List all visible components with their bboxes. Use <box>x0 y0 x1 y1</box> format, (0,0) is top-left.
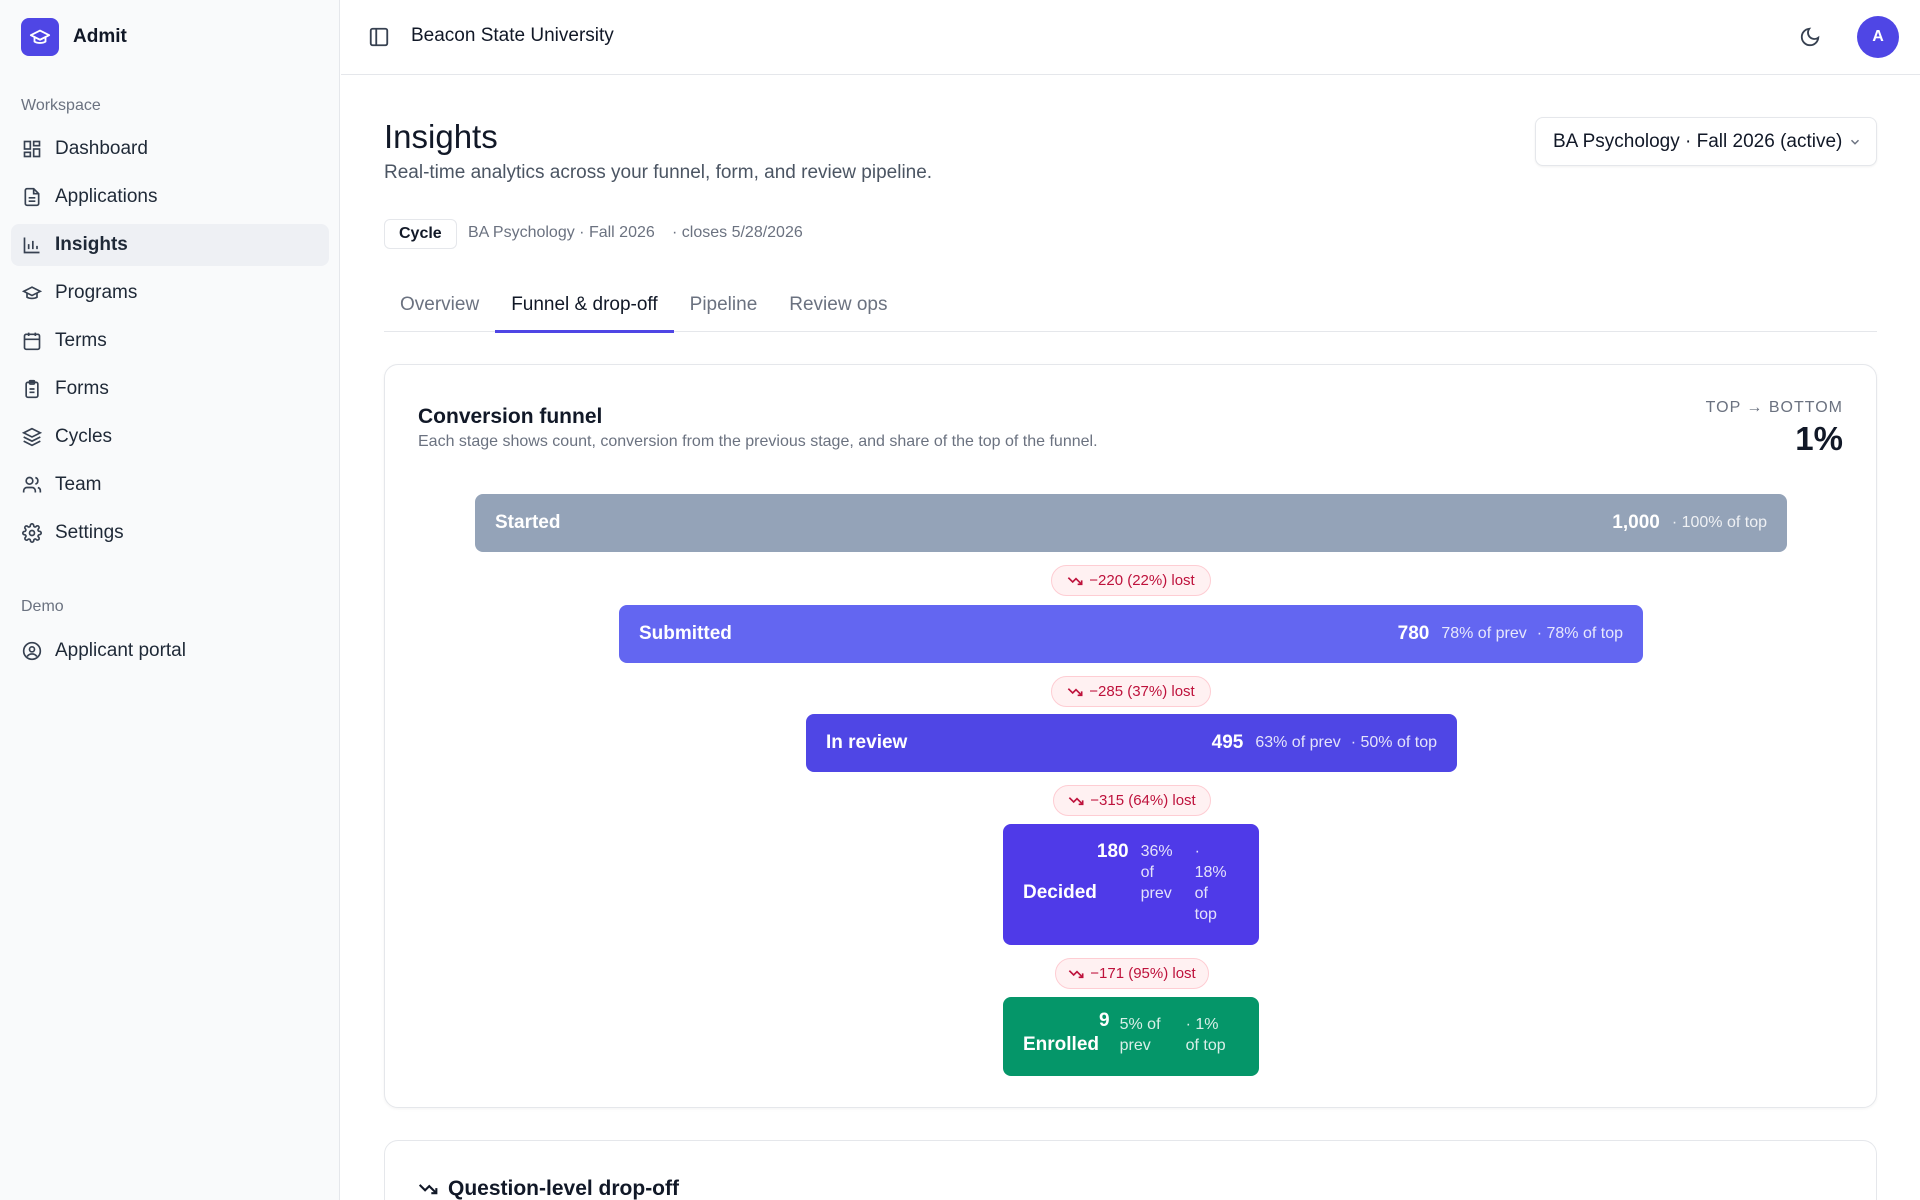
top-bottom-value: 1% <box>1795 420 1843 457</box>
sidebar-item-applications[interactable]: Applications <box>11 176 329 218</box>
bar-chart-icon <box>23 237 40 254</box>
trending-down-icon <box>1067 687 1083 696</box>
program-select-value: BA Psychology · Fall 2026 (active) <box>1553 130 1842 152</box>
stage-share: · 18% of top <box>1194 843 1227 923</box>
dropoff-label: −220 (22%) lost <box>1089 572 1195 589</box>
question-dropoff-header: Question-level drop-off <box>418 1177 679 1200</box>
funnel-stage-submitted[interactable]: Submitted 780 78% of prev · 78% of top <box>619 605 1643 663</box>
sidebar-item-label: Forms <box>55 378 109 399</box>
sidebar-item-team[interactable]: Team <box>11 464 329 506</box>
sidebar-item-label: Terms <box>55 330 107 351</box>
brand[interactable]: Admit <box>21 18 127 56</box>
funnel-stage-decided[interactable]: Decided 180 36% of prev · 18% of top <box>1003 824 1259 945</box>
sidebar-item-insights[interactable]: Insights <box>11 224 329 266</box>
insights-tabs: Overview Funnel & drop-off Pipeline Revi… <box>384 286 1877 333</box>
moon-icon[interactable] <box>1799 26 1821 48</box>
cycle-badge: Cycle <box>384 219 457 249</box>
sidebar-item-label: Settings <box>55 522 124 543</box>
cycle-name: BA Psychology · Fall 2026 <box>468 224 655 241</box>
stage-share: · 78% of top <box>1536 625 1623 642</box>
stage-pct-prev: 5% of prev <box>1119 1016 1161 1054</box>
user-circle-icon <box>22 641 42 661</box>
question-dropoff-card: Question-level drop-off <box>384 1140 1877 1200</box>
stage-share: · 1% of top <box>1185 1016 1226 1054</box>
sidebar-item-label: Team <box>55 474 102 495</box>
users-icon <box>22 476 42 493</box>
funnel-stage-started[interactable]: Started 1,000 · 100% of top <box>475 494 1787 552</box>
stage-name: In review <box>826 732 908 753</box>
funnel-title: Conversion funnel <box>418 405 603 428</box>
sidebar-item-dashboard[interactable]: Dashboard <box>11 128 329 170</box>
tab-overview[interactable]: Overview <box>384 286 495 332</box>
funnel-stage-in-review[interactable]: In review 495 63% of prev · 50% of top <box>806 714 1457 772</box>
sidebar-item-label: Programs <box>55 282 138 303</box>
calendar-icon <box>23 332 41 351</box>
stage-name: Decided <box>1023 882 1097 903</box>
stage-count: 1,000 <box>1612 512 1660 533</box>
stage-name: Submitted <box>639 623 732 644</box>
funnel-stage-enrolled[interactable]: Enrolled 9 5% of prev · 1% of top <box>1003 997 1259 1076</box>
sidebar-toggle-icon[interactable] <box>368 26 390 48</box>
tab-funnel-drop-off[interactable]: Funnel & drop-off <box>495 286 675 333</box>
trending-down-icon <box>1068 796 1084 805</box>
workspace-label: Workspace <box>21 97 101 114</box>
org-name: Beacon State University <box>411 25 614 46</box>
trending-down-icon <box>1068 969 1084 978</box>
page-subtitle: Real-time analytics across your funnel, … <box>384 162 933 183</box>
sidebar-item-programs[interactable]: Programs <box>11 272 329 314</box>
sidebar-item-label: Cycles <box>55 426 113 447</box>
page-title: Insights <box>384 118 498 155</box>
conversion-funnel-card: Conversion funnel Each stage shows count… <box>384 364 1877 1108</box>
stage-count: 780 <box>1397 623 1430 644</box>
question-dropoff-title: Question-level drop-off <box>448 1177 679 1200</box>
stage-pct-prev: 36% of prev <box>1140 843 1173 902</box>
chevron-down-icon <box>1850 139 1860 145</box>
stage-name: Started <box>495 512 561 533</box>
layers-icon <box>22 427 42 447</box>
trending-down-icon <box>1067 576 1083 585</box>
dropoff-pill: −171 (95%) lost <box>1055 958 1209 989</box>
graduation-cap-icon <box>21 18 59 56</box>
sidebar-item-cycles[interactable]: Cycles <box>11 416 329 458</box>
app-name: Admit <box>73 26 127 47</box>
stage-pct-prev: 78% of prev <box>1441 625 1527 642</box>
sidebar-item-terms[interactable]: Terms <box>11 320 329 362</box>
gear-icon <box>22 523 42 543</box>
demo-label: Demo <box>21 598 64 615</box>
dropoff-pill: −220 (22%) lost <box>1051 565 1211 596</box>
sidebar-item-label: Applicant portal <box>55 640 186 661</box>
stage-count: 9 <box>1099 1010 1110 1031</box>
funnel-subtitle: Each stage shows count, conversion from … <box>418 433 1098 450</box>
avatar[interactable]: A <box>1857 16 1899 58</box>
sidebar-item-label: Applications <box>55 186 158 207</box>
dropoff-label: −171 (95%) lost <box>1090 965 1196 982</box>
sidebar-item-label: Insights <box>55 234 128 255</box>
sidebar-item-label: Dashboard <box>55 138 148 159</box>
document-icon <box>24 187 40 207</box>
sidebar: Admit Workspace Dashboard Applications I… <box>0 0 340 1200</box>
graduation-cap-icon <box>22 286 42 300</box>
program-select[interactable]: BA Psychology · Fall 2026 (active) <box>1535 117 1877 166</box>
cycle-closes: · closes 5/28/2026 <box>672 224 803 241</box>
dropoff-label: −315 (64%) lost <box>1090 792 1196 809</box>
dropoff-pill: −285 (37%) lost <box>1051 676 1211 707</box>
stage-count: 180 <box>1096 841 1129 862</box>
sidebar-item-forms[interactable]: Forms <box>11 368 329 410</box>
topbar: Beacon State University A <box>341 0 1920 75</box>
top-bottom-label: TOP → BOTTOM <box>1705 399 1843 416</box>
dropoff-label: −285 (37%) lost <box>1089 683 1195 700</box>
clipboard-icon <box>25 379 39 399</box>
stage-count: 495 <box>1211 732 1244 753</box>
tab-review-ops[interactable]: Review ops <box>773 286 903 332</box>
sidebar-item-applicant-portal[interactable]: Applicant portal <box>11 630 329 672</box>
stage-share: · 100% of top <box>1671 514 1767 531</box>
dashboard-icon <box>23 140 41 158</box>
stage-share: · 50% of top <box>1350 734 1437 751</box>
stage-name: Enrolled <box>1023 1034 1100 1055</box>
dropoff-pill: −315 (64%) lost <box>1053 785 1211 816</box>
trending-down-icon <box>418 1184 438 1195</box>
tab-pipeline[interactable]: Pipeline <box>674 286 774 332</box>
sidebar-item-settings[interactable]: Settings <box>11 512 329 554</box>
stage-pct-prev: 63% of prev <box>1255 734 1341 751</box>
